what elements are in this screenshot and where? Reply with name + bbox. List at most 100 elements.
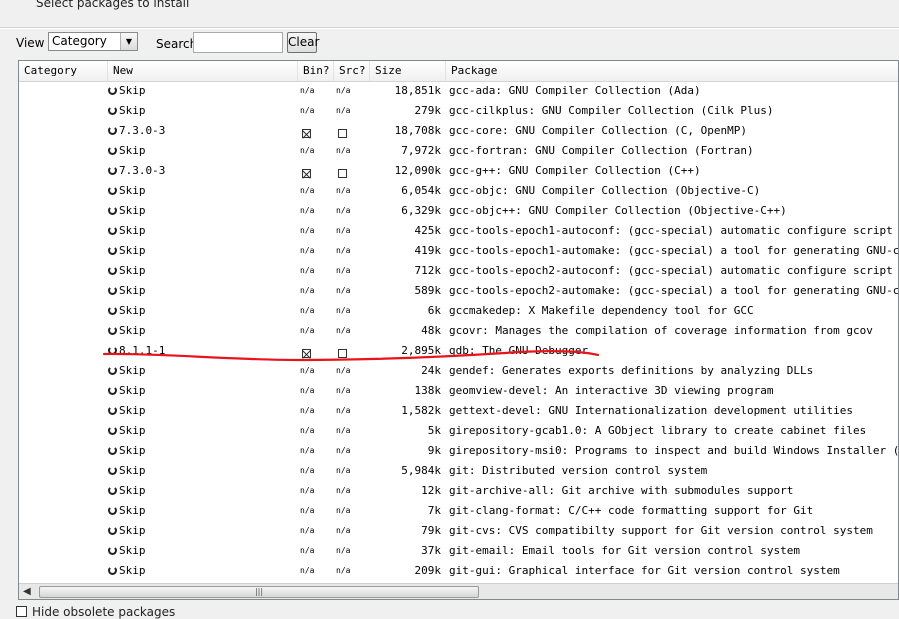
table-row[interactable]: Skip n/a n/a 18,851k gcc-ada: GNU Compiler C…: [19, 81, 898, 101]
table-row[interactable]: Skip n/a n/a 5,984k git: Distributed version…: [19, 461, 898, 481]
src-cell[interactable]: [336, 161, 366, 181]
new-action-cell[interactable]: Skip: [108, 361, 298, 381]
new-action-cell[interactable]: Skip: [108, 421, 298, 441]
table-row[interactable]: Skip n/a n/a 5k girepository-gcab1.0: A GObj…: [19, 421, 898, 441]
cycle-icon[interactable]: [108, 126, 117, 135]
table-row[interactable]: Skip n/a n/a 425k gcc-tools-epoch1-autoconf:…: [19, 221, 898, 241]
cycle-icon[interactable]: [108, 406, 117, 415]
table-row[interactable]: Skip n/a n/a 6,329k gcc-objc++: GNU Compiler…: [19, 201, 898, 221]
view-select[interactable]: Category ▼: [48, 32, 138, 51]
scrollbar-thumb[interactable]: |||: [39, 586, 479, 598]
new-action-cell[interactable]: Skip: [108, 521, 298, 541]
table-row[interactable]: 7.3.0-3 12,090k gcc-g++: GNU Compiler Coll…: [19, 161, 898, 181]
cycle-icon[interactable]: [108, 466, 117, 475]
horizontal-scrollbar[interactable]: ◀ |||: [19, 583, 898, 599]
table-row[interactable]: Skip n/a n/a 9k girepository-msi0: Programs …: [19, 441, 898, 461]
table-row[interactable]: Skip n/a n/a 79k git-cvs: CVS compatibilty s…: [19, 521, 898, 541]
src-checkbox[interactable]: [338, 349, 347, 358]
table-row[interactable]: Skip n/a n/a 7k git-clang-format: C/C++ code…: [19, 501, 898, 521]
table-row[interactable]: Skip n/a n/a 419k gcc-tools-epoch1-automake:…: [19, 241, 898, 261]
hide-obsolete-checkbox[interactable]: [16, 606, 27, 617]
table-row[interactable]: Skip n/a n/a 209k git-gui: Graphical interfa…: [19, 561, 898, 581]
table-row[interactable]: Skip n/a n/a 6k gccmakedep: X Makefile depen…: [19, 301, 898, 321]
cycle-icon[interactable]: [108, 166, 117, 175]
bin-cell[interactable]: [300, 341, 330, 361]
cycle-icon[interactable]: [108, 226, 117, 235]
new-action-cell[interactable]: Skip: [108, 221, 298, 241]
cycle-icon[interactable]: [108, 446, 117, 455]
new-action-cell[interactable]: Skip: [108, 561, 298, 581]
new-action-cell[interactable]: Skip: [108, 261, 298, 281]
src-cell[interactable]: [336, 121, 366, 141]
column-src[interactable]: Src?: [334, 61, 370, 81]
new-action-cell[interactable]: Skip: [108, 541, 298, 561]
search-input[interactable]: [193, 32, 283, 53]
table-row[interactable]: Skip n/a n/a 7,972k gcc-fortran: GNU Compile…: [19, 141, 898, 161]
table-row[interactable]: Skip n/a n/a 24k gendef: Generates exports d…: [19, 361, 898, 381]
new-action-cell[interactable]: Skip: [108, 141, 298, 161]
new-action-cell[interactable]: Skip: [108, 281, 298, 301]
cycle-icon[interactable]: [108, 86, 117, 95]
column-category[interactable]: Category: [19, 61, 108, 81]
cycle-icon[interactable]: [108, 526, 117, 535]
new-action-cell[interactable]: Skip: [108, 181, 298, 201]
cycle-icon[interactable]: [108, 326, 117, 335]
cycle-icon[interactable]: [108, 266, 117, 275]
new-action-cell[interactable]: 8.1.1-1: [108, 341, 298, 361]
column-package[interactable]: Package: [446, 61, 898, 81]
package-list[interactable]: Category New Bin? Src? Size Package Skip…: [18, 60, 899, 600]
cycle-icon[interactable]: [108, 386, 117, 395]
new-action-cell[interactable]: Skip: [108, 101, 298, 121]
table-row[interactable]: Skip n/a n/a 6,054k gcc-objc: GNU Compiler C…: [19, 181, 898, 201]
cycle-icon[interactable]: [108, 366, 117, 375]
cycle-icon[interactable]: [108, 106, 117, 115]
cycle-icon[interactable]: [108, 346, 117, 355]
new-action-cell[interactable]: 7.3.0-3: [108, 121, 298, 141]
table-row[interactable]: Skip n/a n/a 37k git-email: Email tools for …: [19, 541, 898, 561]
new-action-cell[interactable]: 7.3.0-3: [108, 161, 298, 181]
new-action-cell[interactable]: Skip: [108, 501, 298, 521]
new-action-cell[interactable]: Skip: [108, 481, 298, 501]
new-action-cell[interactable]: Skip: [108, 461, 298, 481]
chevron-down-icon[interactable]: ▼: [120, 33, 137, 50]
scroll-left-icon[interactable]: ◀: [23, 586, 31, 597]
cycle-icon[interactable]: [108, 246, 117, 255]
table-row[interactable]: 7.3.0-3 18,708k gcc-core: GNU Compiler Col…: [19, 121, 898, 141]
cycle-icon[interactable]: [108, 306, 117, 315]
new-action-cell[interactable]: Skip: [108, 441, 298, 461]
cycle-icon[interactable]: [108, 186, 117, 195]
column-bin[interactable]: Bin?: [298, 61, 334, 81]
new-action-cell[interactable]: Skip: [108, 241, 298, 261]
new-action-cell[interactable]: Skip: [108, 81, 298, 101]
bin-checkbox[interactable]: [302, 129, 311, 138]
src-cell[interactable]: [336, 341, 366, 361]
new-action-cell[interactable]: Skip: [108, 201, 298, 221]
cycle-icon[interactable]: [108, 146, 117, 155]
bin-cell[interactable]: [300, 161, 330, 181]
bin-checkbox[interactable]: [302, 349, 311, 358]
table-row[interactable]: Skip n/a n/a 48k gcovr: Manages the compilat…: [19, 321, 898, 341]
cycle-icon[interactable]: [108, 426, 117, 435]
bin-checkbox[interactable]: [302, 169, 311, 178]
new-action-cell[interactable]: Skip: [108, 401, 298, 421]
new-action-cell[interactable]: Skip: [108, 301, 298, 321]
cycle-icon[interactable]: [108, 566, 117, 575]
cycle-icon[interactable]: [108, 546, 117, 555]
table-row[interactable]: Skip n/a n/a 712k gcc-tools-epoch2-autoconf:…: [19, 261, 898, 281]
cycle-icon[interactable]: [108, 486, 117, 495]
table-row[interactable]: 8.1.1-1 2,895k gdb: The GNU Debugger: [19, 341, 898, 361]
src-checkbox[interactable]: [338, 169, 347, 178]
table-row[interactable]: Skip n/a n/a 589k gcc-tools-epoch2-automake:…: [19, 281, 898, 301]
src-checkbox[interactable]: [338, 129, 347, 138]
column-new[interactable]: New: [108, 61, 298, 81]
cycle-icon[interactable]: [108, 506, 117, 515]
table-row[interactable]: Skip n/a n/a 138k geomview-devel: An interac…: [19, 381, 898, 401]
cycle-icon[interactable]: [108, 206, 117, 215]
table-row[interactable]: Skip n/a n/a 1,582k gettext-devel: GNU Inter…: [19, 401, 898, 421]
table-row[interactable]: Skip n/a n/a 12k git-archive-all: Git archiv…: [19, 481, 898, 501]
column-size[interactable]: Size: [370, 61, 446, 81]
clear-button[interactable]: Clear: [287, 32, 319, 53]
new-action-cell[interactable]: Skip: [108, 321, 298, 341]
new-action-cell[interactable]: Skip: [108, 381, 298, 401]
bin-cell[interactable]: [300, 121, 330, 141]
